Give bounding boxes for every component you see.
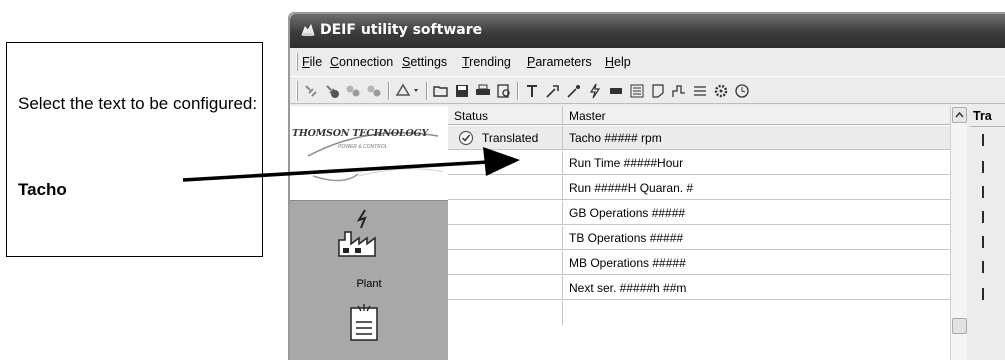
menu-settings[interactable]: Settings (402, 55, 447, 69)
cell-fragment (982, 261, 984, 273)
cell-fragment (982, 236, 984, 248)
left-navigation: THOMSON TECHNOLOGY POWER & CONTROL Plant (290, 106, 448, 360)
document-icon[interactable] (649, 82, 667, 100)
tool-icon[interactable] (523, 82, 541, 100)
status-cell (448, 251, 563, 275)
toolbar-separator (517, 82, 519, 100)
write-icon[interactable] (544, 82, 562, 100)
read-icon[interactable] (565, 82, 583, 100)
alarm-log-icon[interactable] (347, 302, 381, 347)
master-text-cell[interactable]: GB Operations ##### (563, 201, 950, 225)
instruction-callout: Select the text to be configured: Tacho (6, 42, 263, 257)
toolbar-separator (426, 82, 428, 100)
print-preview-icon[interactable] (495, 82, 513, 100)
master-text-cell[interactable]: TB Operations ##### (563, 226, 950, 250)
status-cell (448, 226, 563, 250)
logo-text: THOMSON TECHNOLOGY (292, 128, 429, 139)
plant-icon[interactable] (335, 208, 379, 263)
status-cell: Translated (448, 126, 563, 150)
menu-bar: File Connection Settings Trending Parame… (290, 51, 1005, 73)
menu-parameters[interactable]: Parameters (527, 55, 592, 69)
status-cell (448, 176, 563, 200)
table-row[interactable]: GB Operations ##### (448, 201, 950, 225)
table-row[interactable] (448, 301, 950, 325)
gear-icon[interactable] (712, 82, 730, 100)
menu-connection[interactable]: Connection (330, 55, 393, 69)
table-row[interactable]: MB Operations ##### (448, 251, 950, 275)
status-cell (448, 201, 563, 225)
master-text-cell[interactable]: Next ser. #####h ##m (563, 276, 950, 300)
translation-panel: Tra (970, 106, 1005, 360)
app-logo-icon (301, 24, 315, 36)
plant-label[interactable]: Plant (290, 278, 448, 290)
network-disconnect-icon[interactable] (365, 82, 383, 100)
toolbar-grip (296, 81, 298, 101)
table-row[interactable]: Run #####H Quaran. # (448, 176, 950, 200)
status-cell (448, 151, 563, 175)
check-circle-icon (458, 130, 474, 146)
callout-target-text: Tacho (18, 180, 67, 199)
open-folder-icon[interactable] (432, 82, 450, 100)
company-logo: THOMSON TECHNOLOGY POWER & CONTROL (290, 106, 448, 201)
menu-help[interactable]: Help (605, 55, 631, 69)
menu-file[interactable]: File (302, 55, 322, 69)
vertical-scrollbar[interactable] (950, 106, 967, 360)
scroll-thumb[interactable] (952, 318, 967, 334)
app-window: DEIF utility software File Connection Se… (288, 12, 1005, 360)
table-row[interactable]: Next ser. #####h ##m (448, 276, 950, 300)
column-header-master[interactable]: Master (563, 106, 950, 125)
network-icon[interactable] (344, 82, 362, 100)
cell-fragment (982, 211, 984, 223)
connect-icon[interactable] (302, 82, 320, 100)
status-cell (448, 276, 563, 300)
cell-fragment (982, 134, 984, 146)
column-header-status[interactable]: Status (448, 106, 563, 125)
battery-icon[interactable] (607, 82, 625, 100)
menu-grip (296, 53, 298, 71)
table-row[interactable]: Translated Tacho ##### rpm (448, 126, 950, 150)
title-bar: DEIF utility software (290, 14, 1005, 48)
master-text-cell[interactable] (563, 301, 950, 325)
io-icon[interactable] (691, 82, 709, 100)
list-icon[interactable] (628, 82, 646, 100)
print-icon[interactable] (474, 82, 492, 100)
signal-icon[interactable] (670, 82, 688, 100)
screenshot-stage: Select the text to be configured: Tacho … (0, 0, 1005, 360)
cell-fragment (982, 288, 984, 300)
cell-fragment (982, 161, 984, 173)
disconnect-icon[interactable] (323, 82, 341, 100)
chevron-up-icon (955, 112, 964, 118)
master-text-cell[interactable]: Tacho ##### rpm (563, 126, 950, 150)
lightning-icon[interactable] (586, 82, 604, 100)
table-row[interactable]: Run Time #####Hour (448, 151, 950, 175)
master-text-cell[interactable]: Run #####H Quaran. # (563, 176, 950, 200)
toolbar (290, 76, 1005, 104)
save-icon[interactable] (453, 82, 471, 100)
grid-header: Status Master (448, 106, 950, 125)
toolbar-separator (388, 82, 390, 100)
options-dropdown-icon[interactable] (394, 82, 422, 100)
callout-instruction-text: Select the text to be configured: (18, 94, 258, 113)
master-text-cell[interactable]: MB Operations ##### (563, 251, 950, 275)
logo-subtext: POWER & CONTROL (338, 144, 388, 150)
status-cell (448, 301, 563, 325)
window-title: DEIF utility software (320, 22, 483, 38)
translation-column-header[interactable]: Tra (970, 106, 1005, 127)
status-text: Translated (482, 131, 539, 145)
translation-grid: Status Master Translated Tacho ##### rpm… (448, 106, 950, 360)
clock-icon[interactable] (733, 82, 751, 100)
table-row[interactable]: TB Operations ##### (448, 226, 950, 250)
cell-fragment (982, 186, 984, 198)
scroll-up-button[interactable] (952, 107, 967, 123)
menu-trending[interactable]: Trending (462, 55, 511, 69)
master-text-cell[interactable]: Run Time #####Hour (563, 151, 950, 175)
